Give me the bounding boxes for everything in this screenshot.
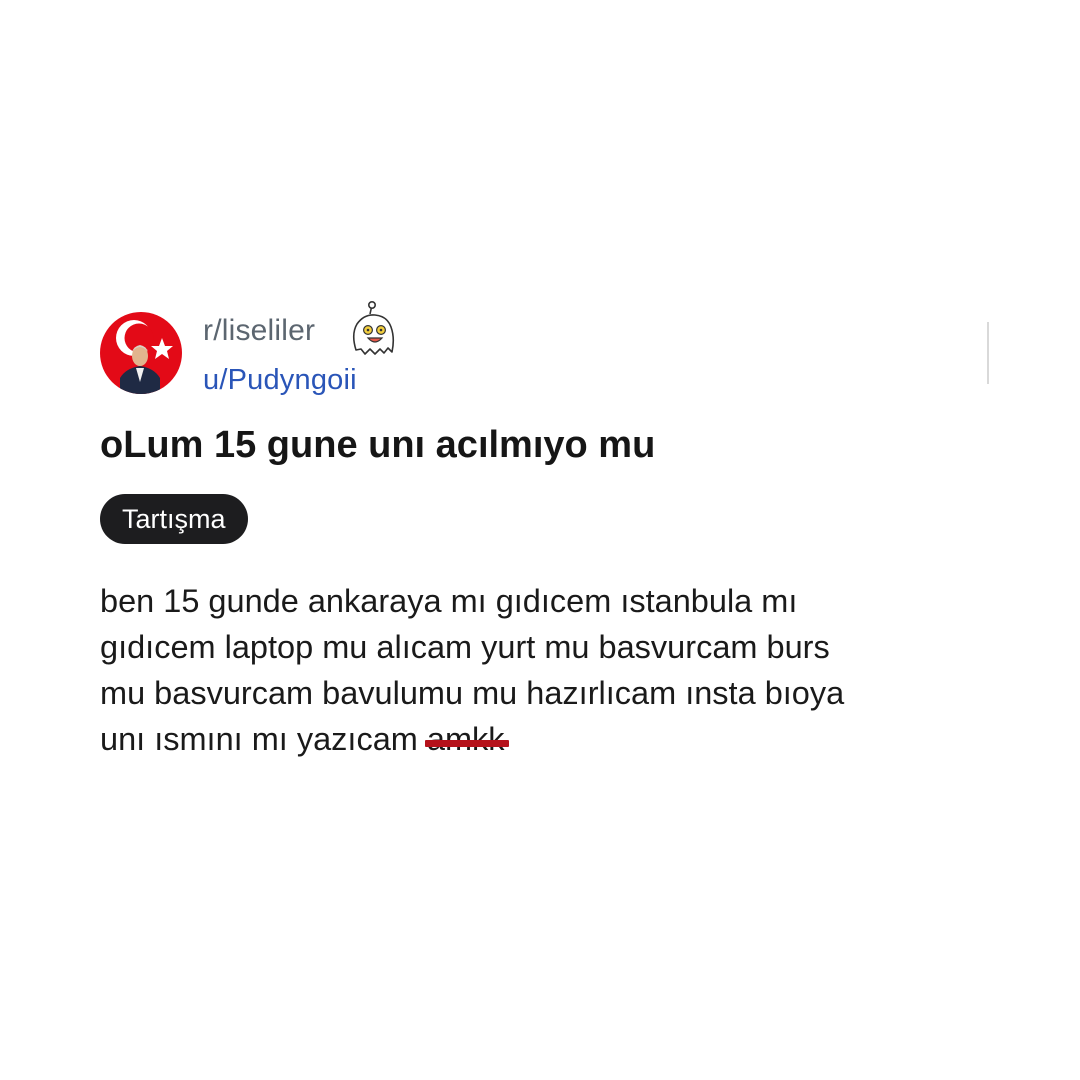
turkish-flag-portrait-icon xyxy=(100,312,182,394)
strikethrough-mark xyxy=(424,740,509,747)
struck-word-text: amkk xyxy=(426,721,505,757)
username-link[interactable]: u/Pudyngoii xyxy=(203,364,357,397)
struck-word: amkk xyxy=(424,716,509,762)
ghost-snoo-icon xyxy=(348,300,400,360)
post-header: r/liseliler u/Pudyngoii xyxy=(100,300,1000,398)
flair-badge[interactable]: Tartışma xyxy=(100,494,248,544)
body-line: ben 15 gunde ankaraya mı gıdıcem ıstanbu… xyxy=(100,583,798,619)
body-line: unı ısmını mı yazıcam xyxy=(100,721,427,757)
body-line: mu basvurcam bavulumu mu hazırlıcam ınst… xyxy=(100,675,845,711)
avatar[interactable] xyxy=(100,312,182,394)
divider xyxy=(987,322,989,384)
post-body: ben 15 gunde ankaraya mı gıdıcem ıstanbu… xyxy=(100,578,1000,762)
subreddit-link[interactable]: r/liseliler xyxy=(203,314,315,348)
body-line: gıdıcem laptop mu alıcam yurt mu basvurc… xyxy=(100,629,830,665)
post-title[interactable]: oLum 15 gune unı acılmıyo mu xyxy=(100,424,655,467)
reddit-post: r/liseliler u/Pudyngoii oLum 15 gune unı… xyxy=(100,300,1000,757)
